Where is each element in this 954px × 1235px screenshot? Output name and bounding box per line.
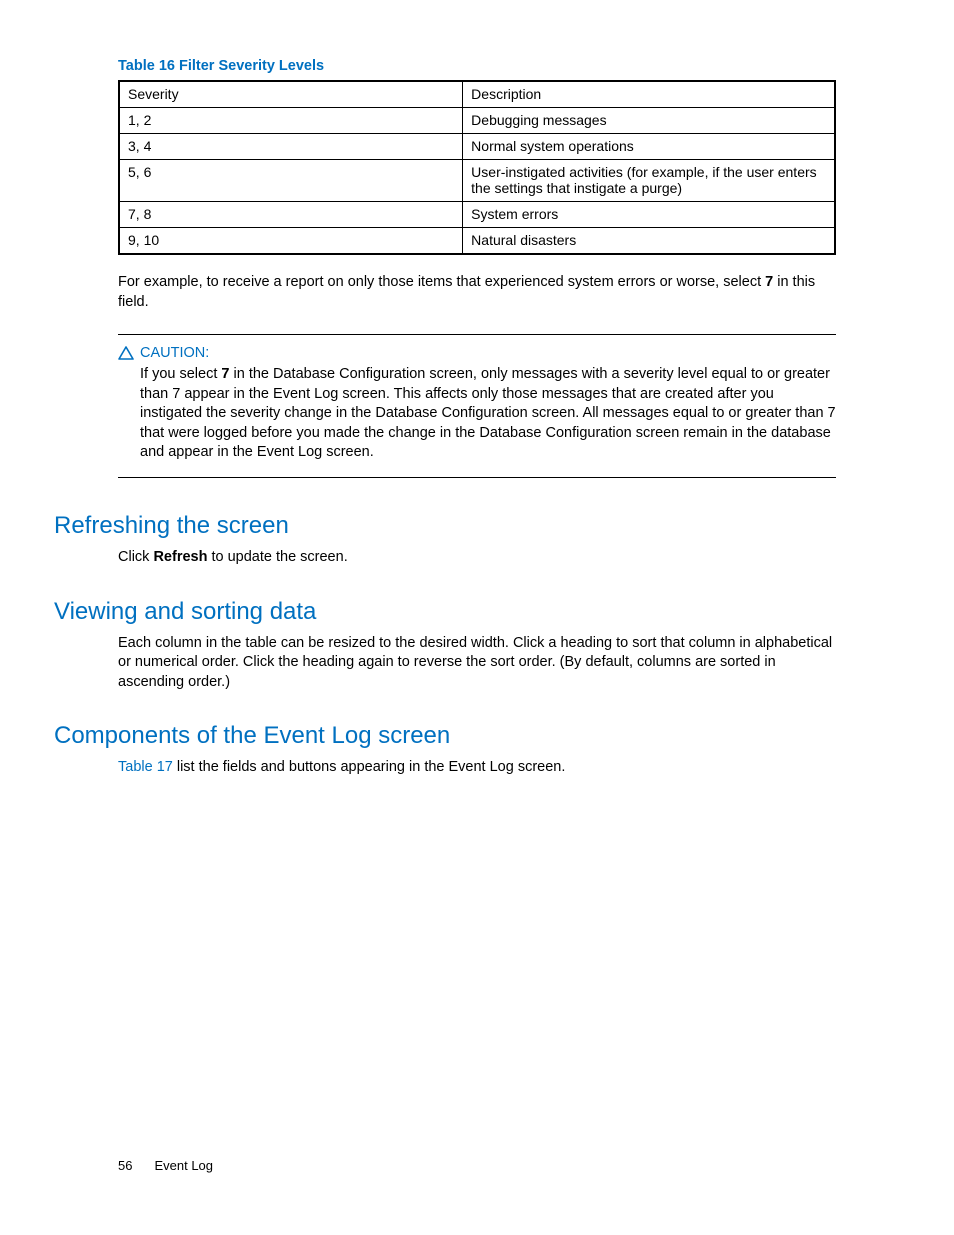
caution-label: CAUTION: (140, 345, 209, 361)
text: For example, to receive a report on only… (118, 274, 765, 290)
caution-body: If you select 7 in the Database Configur… (140, 365, 836, 463)
cell-severity: 5, 6 (119, 160, 463, 202)
table-row: 9, 10 Natural disasters (119, 228, 835, 255)
cell-severity: 3, 4 (119, 134, 463, 160)
table-row: 5, 6 User-instigated activities (for exa… (119, 160, 835, 202)
text: list the fields and buttons appearing in… (173, 759, 566, 775)
caution-heading: CAUTION: (118, 345, 836, 361)
refresh-paragraph: Click Refresh to update the screen. (118, 548, 836, 568)
table-17-link[interactable]: Table 17 (118, 759, 173, 775)
text: If you select (140, 366, 221, 382)
section-heading-refreshing: Refreshing the screen (54, 512, 836, 540)
severity-table: Severity Description 1, 2 Debugging mess… (118, 80, 836, 255)
table-row: 3, 4 Normal system operations (119, 134, 835, 160)
cell-description: User-instigated activities (for example,… (463, 160, 835, 202)
document-page: Table 16 Filter Severity Levels Severity… (0, 0, 954, 1235)
text: in the Database Configuration screen, on… (140, 366, 836, 460)
viewsort-paragraph: Each column in the table can be resized … (118, 634, 836, 693)
footer-section-name: Event Log (154, 1158, 213, 1173)
cell-description: Normal system operations (463, 134, 835, 160)
section-heading-viewing-sorting: Viewing and sorting data (54, 598, 836, 626)
cell-description: Debugging messages (463, 108, 835, 134)
example-paragraph: For example, to receive a report on only… (118, 273, 836, 312)
caution-block: CAUTION: If you select 7 in the Database… (118, 334, 836, 478)
page-number: 56 (118, 1158, 132, 1173)
cell-description: Natural disasters (463, 228, 835, 255)
text: to update the screen. (207, 549, 347, 565)
table-header-description: Description (463, 81, 835, 108)
table-row: 1, 2 Debugging messages (119, 108, 835, 134)
bold-refresh: Refresh (153, 549, 207, 565)
cell-severity: 7, 8 (119, 202, 463, 228)
components-paragraph: Table 17 list the fields and buttons app… (118, 758, 836, 778)
section-heading-components: Components of the Event Log screen (54, 722, 836, 750)
table-header-severity: Severity (119, 81, 463, 108)
cell-severity: 1, 2 (119, 108, 463, 134)
table-title: Table 16 Filter Severity Levels (118, 58, 836, 74)
table-row: 7, 8 System errors (119, 202, 835, 228)
cell-severity: 9, 10 (119, 228, 463, 255)
page-footer: 56 Event Log (118, 1158, 213, 1173)
cell-description: System errors (463, 202, 835, 228)
bold-number: 7 (765, 274, 773, 290)
caution-triangle-icon (118, 346, 134, 360)
text: Click (118, 549, 153, 565)
table-row: Severity Description (119, 81, 835, 108)
